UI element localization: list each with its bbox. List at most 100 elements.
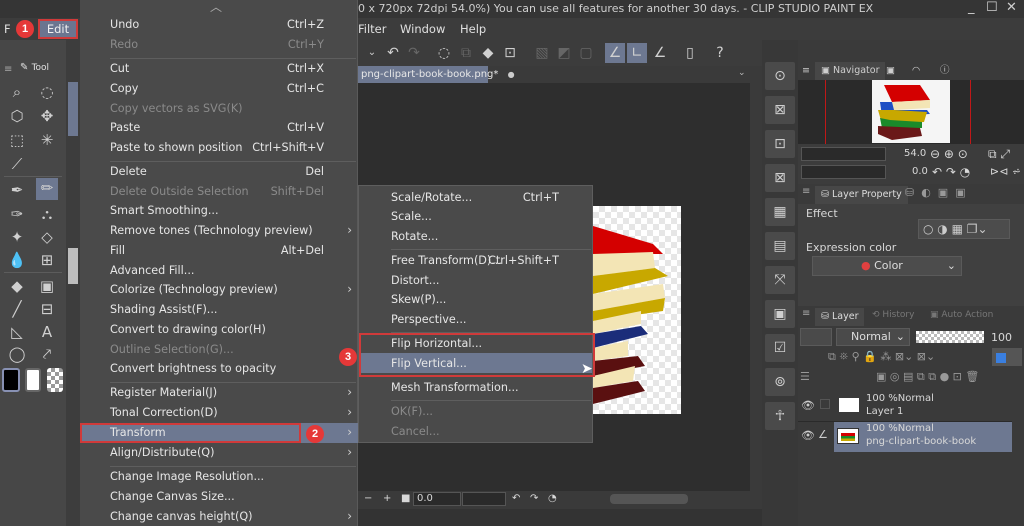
redo-icon[interactable]: ↷ [404, 43, 424, 63]
sub-tool-selected[interactable] [68, 82, 78, 136]
new-layer-icons[interactable]: ▣ ◎ ▤ ⧉ ⧉ ● ⊡ 🗑 [876, 370, 979, 384]
menu-edit[interactable]: Edit [38, 19, 78, 39]
document-tab[interactable]: png-clipart-book-book.png* ● [358, 66, 515, 83]
auto-action-tab[interactable]: ▣ Auto Action [930, 310, 993, 320]
decoration-tool-icon[interactable]: ✦ [6, 227, 28, 247]
search-material-icon[interactable]: ⊙ [765, 62, 795, 90]
zoom-slider[interactable] [801, 147, 886, 161]
minimize-button[interactable]: _ [968, 0, 975, 15]
material-folder-icon[interactable]: ▦ [765, 198, 795, 226]
expression-color-select[interactable]: ● Color ⌄ [812, 256, 962, 276]
edit-menu-item[interactable]: Shading Assist(F)... [110, 303, 217, 316]
transform-menu-item[interactable]: Rotate... [391, 230, 438, 243]
maximize-button[interactable]: ☐ [986, 0, 998, 15]
rotation-input[interactable]: 0.0 [413, 492, 461, 506]
visibility-eye-icon[interactable]: 👁 [801, 429, 815, 442]
fit-icon[interactable]: ■ [401, 493, 410, 504]
edit-menu-item[interactable]: Change Canvas Size... [110, 490, 235, 503]
mesh-tool-icon[interactable]: ⊞ [36, 250, 58, 270]
material-folder-icon[interactable]: ⊠ [765, 164, 795, 192]
layer-lock-icons[interactable]: ⧉ ⛯ ⚲ 🔒 ⁂ ⊠⌄ ⊠⌄ [828, 350, 935, 364]
tool-property-tab[interactable] [68, 248, 78, 284]
transform-menu-item[interactable]: Mesh Transformation... [391, 381, 519, 394]
close-button[interactable]: ✕ [1006, 0, 1017, 15]
edit-menu-item[interactable]: Convert brightness to opacity [110, 362, 276, 375]
material-folder-icon[interactable]: ⊠ [765, 96, 795, 124]
tool-panel-tab[interactable]: ✎ Tool [20, 62, 49, 73]
edit-menu-item[interactable]: Smart Smoothing... [110, 204, 219, 217]
menu-window[interactable]: Window [400, 22, 445, 36]
zoom-tool-icon[interactable]: ⌕ [6, 82, 28, 102]
layer-property-tab[interactable]: ⛁ Layer Property [815, 186, 908, 204]
panel-menu-icon[interactable]: ≡ [802, 308, 810, 319]
opacity-slider[interactable] [916, 331, 984, 343]
pencil-tool-icon[interactable]: ✏ [36, 178, 58, 200]
edit-menu-item[interactable]: Delete [110, 165, 147, 178]
snap-ruler-icon[interactable]: ∠ [605, 43, 625, 63]
snap-special-ruler-icon[interactable]: ∟ [627, 43, 647, 63]
main-color-swatch[interactable] [2, 368, 20, 392]
subview-tab-icon[interactable]: ▣ [886, 62, 895, 80]
horizontal-scrollbar-thumb[interactable] [610, 494, 688, 504]
transform-box-icon[interactable]: ⊡ [500, 43, 520, 63]
ruler-tool-icon[interactable]: ◺ [6, 322, 28, 342]
edit-menu-item[interactable]: Remove tones (Technology preview) [110, 224, 313, 237]
pen-tool-icon[interactable]: ✒ [6, 180, 28, 200]
rotation-slider-navigator[interactable] [801, 165, 886, 179]
menu-file[interactable]: F [4, 22, 11, 36]
layer-tab[interactable]: ⛁ Layer [815, 308, 865, 326]
material-folder-icon[interactable]: ☑ [765, 334, 795, 362]
edit-menu-item[interactable]: Paste to shown position [110, 141, 242, 154]
edit-menu-item[interactable]: Colorize (Technology preview) [110, 283, 278, 296]
smartphone-icon[interactable]: ▯ [680, 43, 700, 63]
edit-menu-item[interactable]: Cut [110, 62, 129, 75]
reset-rotation-icon[interactable]: ◔ [548, 493, 557, 504]
transform-menu-item[interactable]: Scale... [391, 210, 432, 223]
chevron-down-icon[interactable]: ⌄ [362, 43, 382, 63]
airbrush-tool-icon[interactable]: ⛬ [36, 204, 58, 224]
material-folder-icon[interactable]: ⊡ [765, 130, 795, 158]
canvas-image[interactable] [593, 206, 681, 414]
edit-menu-item[interactable]: Register Material(J) [110, 386, 217, 399]
transform-menu-item[interactable]: Scale/Rotate... [391, 191, 472, 204]
fit-window-icon[interactable]: ⧉ ⤢ [988, 147, 1010, 162]
visibility-eye-icon[interactable]: 👁 [801, 399, 815, 412]
panel-menu-icon[interactable]: ≡ [4, 64, 12, 75]
blend-tool-icon[interactable]: 💧 [6, 250, 28, 270]
info-tab-icon[interactable]: ⓘ [940, 62, 950, 80]
effect-buttons[interactable]: ○ ◑ ▦ ❐⌄ [918, 219, 1010, 239]
panel-menu-icon[interactable]: ≡ [802, 186, 810, 197]
material-folder-icon[interactable]: ☥ [765, 402, 795, 430]
magic-wand-tool-icon[interactable]: ✳ [36, 130, 58, 150]
transform-menu-item[interactable]: Skew(P)... [391, 293, 446, 306]
canvas-vertical-scrollbar[interactable] [750, 83, 762, 491]
material-folder-icon[interactable]: ⤧ [765, 266, 795, 294]
object-tool-icon[interactable]: ⬡ [6, 106, 28, 126]
material-folder-icon[interactable]: ⊚ [765, 368, 795, 396]
edit-menu-item[interactable]: Tonal Correction(D) [110, 406, 218, 419]
blend-mode-select[interactable]: Normal ⌄ [836, 328, 910, 346]
zoom-out-icon[interactable]: ⊖ ⊕ ⊙ [930, 147, 968, 161]
figure-tool-icon[interactable]: ╱ [6, 299, 28, 319]
eyedropper-tool-icon[interactable]: ⟋ [6, 154, 28, 174]
sub-color-swatch[interactable] [25, 368, 41, 392]
snap-grid-icon[interactable]: ∠ [650, 43, 670, 63]
layer-checkbox[interactable] [820, 399, 830, 409]
tab-list-chevron-icon[interactable]: ⌄ [738, 68, 746, 78]
layer-color-icon[interactable] [992, 348, 1022, 366]
ruler-off-icon[interactable]: ▧ [532, 43, 552, 63]
edit-menu-item[interactable]: Convert to drawing color(H) [110, 323, 266, 336]
move-tool-icon[interactable]: ✥ [36, 106, 58, 126]
rotate-left-icon[interactable]: ↶ [512, 493, 520, 504]
layer-color-select[interactable] [800, 328, 832, 346]
edit-menu-item[interactable]: Paste [110, 121, 140, 134]
text-tool-icon[interactable]: A [36, 322, 58, 342]
eraser-tool-icon[interactable]: ◇ [36, 227, 58, 247]
edit-menu-item[interactable]: Fill [110, 244, 125, 257]
frame-icon[interactable]: ▢ [576, 43, 596, 63]
help-icon[interactable]: ? [710, 43, 730, 63]
rotation-slider[interactable] [462, 492, 506, 506]
transparent-color-swatch[interactable] [47, 368, 63, 392]
zoom-out-icon[interactable]: − [364, 493, 372, 504]
edit-menu-item[interactable]: Change canvas height(Q) [110, 510, 253, 523]
